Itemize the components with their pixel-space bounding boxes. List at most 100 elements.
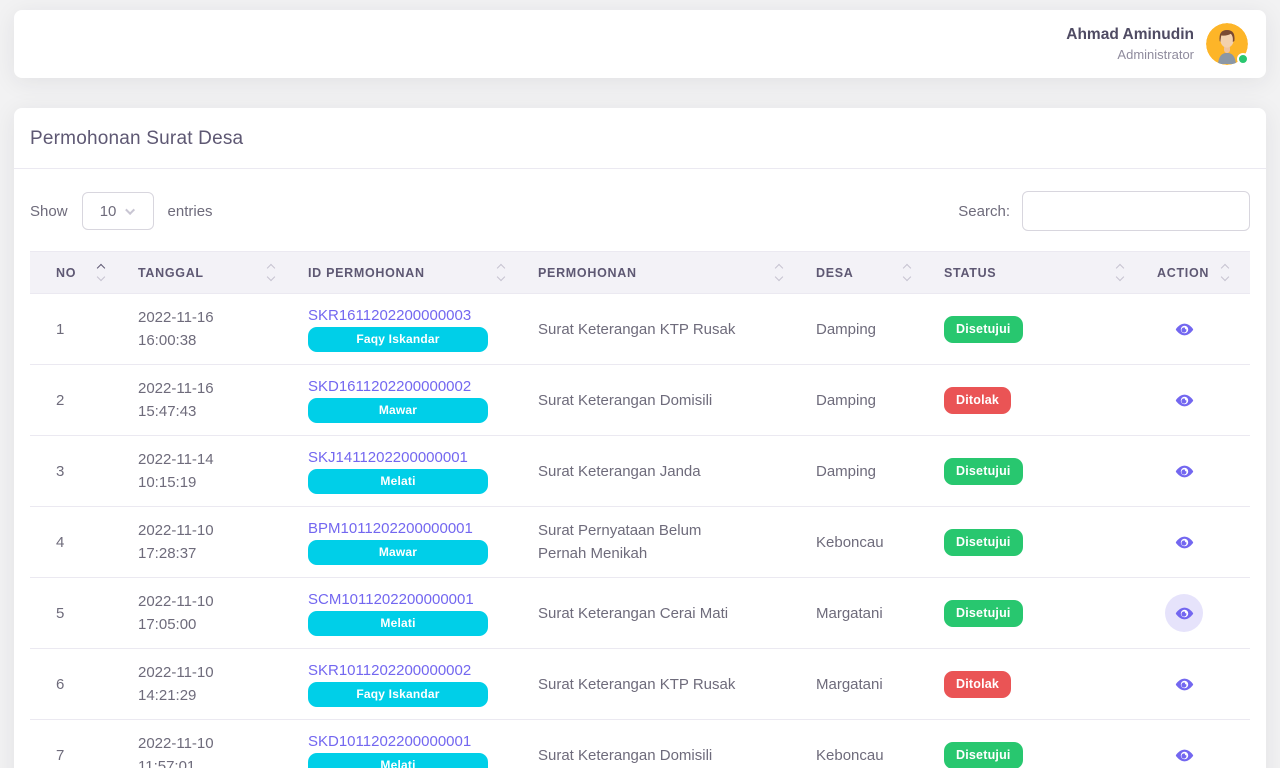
permohonan-id-link[interactable]: SKD1011202200000001 [308,733,471,750]
sort-desc-icon [903,273,911,281]
applicant-badge: Mawar [308,540,488,565]
column-header-no[interactable]: NO [30,252,126,294]
permohonan-label: Surat Keterangan Domisili [538,389,712,412]
permohonan-id-link[interactable]: SKD1611202200000002 [308,378,471,395]
cell-no: 5 [30,578,126,649]
desa-label: Damping [816,392,876,409]
table-row: 7 2022-11-10 11:57:01 SKD101120220000000… [30,720,1250,768]
permohonan-label: Surat Keterangan KTP Rusak [538,318,735,341]
cell-id-permohonan: SKD1611202200000002 Mawar [296,365,526,436]
view-action-button[interactable] [1165,310,1203,348]
column-header-permohonan[interactable]: PERMOHONAN [526,252,804,294]
column-label: DESA [816,266,854,280]
applicant-badge: Mawar [308,398,488,423]
search-label: Search: [958,203,1010,220]
permohonan-id-link[interactable]: BPM1011202200000001 [308,520,473,537]
sort-desc-icon [1221,273,1229,281]
view-action-button[interactable] [1165,594,1203,632]
cell-status: Ditolak [932,365,1145,436]
applicant-badge: Melati [308,753,488,768]
sort-desc-icon [267,273,275,281]
row-number: 7 [56,747,64,764]
cell-tanggal: 2022-11-10 17:05:00 [126,578,296,649]
column-label: TANGGAL [138,266,204,280]
permohonan-card: Permohonan Surat Desa Show 10 entries Se… [14,108,1266,768]
view-action-button[interactable] [1165,452,1203,490]
permohonan-table: NO TANGGAL ID PERMOHONAN PERMOHONAN DESA STAT… [30,251,1250,768]
permohonan-id-link[interactable]: SCM1011202200000001 [308,591,474,608]
row-time: 14:21:29 [138,684,284,707]
view-action-button[interactable] [1165,665,1203,703]
entries-select[interactable]: 10 [82,192,154,230]
column-header-action[interactable]: ACTION [1145,252,1250,294]
cell-desa: Damping [804,365,932,436]
permohonan-label: Surat Keterangan KTP Rusak [538,673,735,696]
cell-desa: Damping [804,294,932,365]
column-header-tanggal[interactable]: TANGGAL [126,252,296,294]
cell-tanggal: 2022-11-10 14:21:29 [126,649,296,720]
cell-no: 3 [30,436,126,507]
permohonan-id-link[interactable]: SKJ1411202200000001 [308,449,468,466]
user-name: Ahmad Aminudin [1066,25,1194,46]
cell-tanggal: 2022-11-16 16:00:38 [126,294,296,365]
cell-action [1145,507,1250,578]
cell-tanggal: 2022-11-10 11:57:01 [126,720,296,768]
cell-id-permohonan: SCM1011202200000001 Melati [296,578,526,649]
column-label: ACTION [1157,266,1209,280]
sort-asc-icon [267,264,275,272]
row-date: 2022-11-10 [138,590,284,613]
search-input[interactable] [1022,191,1250,231]
table-row: 1 2022-11-16 16:00:38 SKR161120220000000… [30,294,1250,365]
column-label: PERMOHONAN [538,266,637,280]
column-header-desa[interactable]: DESA [804,252,932,294]
sort-desc-icon [97,273,105,281]
row-time: 17:28:37 [138,542,284,565]
entries-label: entries [168,203,213,220]
applicant-badge: Melati [308,469,488,494]
column-header-status[interactable]: STATUS [932,252,1145,294]
desa-label: Margatani [816,605,883,622]
cell-no: 7 [30,720,126,768]
eye-icon [1175,320,1194,339]
row-number: 3 [56,463,64,480]
permohonan-id-link[interactable]: SKR1011202200000002 [308,662,471,679]
page-title: Permohonan Surat Desa [30,128,1250,150]
row-time: 17:05:00 [138,613,284,636]
user-info: Ahmad Aminudin Administrator [1066,25,1194,63]
row-date: 2022-11-10 [138,732,284,755]
eye-icon [1175,604,1194,623]
eye-icon [1175,533,1194,552]
sort-desc-icon [775,273,783,281]
sort-desc-icon [1116,273,1124,281]
cell-permohonan: Surat Keterangan Domisili [526,365,804,436]
table-row: 6 2022-11-10 14:21:29 SKR101120220000000… [30,649,1250,720]
sort-icons [1222,265,1228,280]
applicant-badge: Faqy Iskandar [308,682,488,707]
row-number: 2 [56,392,64,409]
column-header-id-permohonan[interactable]: ID PERMOHONAN [296,252,526,294]
status-badge: Disetujui [944,600,1023,627]
sort-asc-icon [1221,264,1229,272]
cell-no: 6 [30,649,126,720]
view-action-button[interactable] [1165,523,1203,561]
view-action-button[interactable] [1165,381,1203,419]
row-time: 10:15:19 [138,471,284,494]
cell-id-permohonan: BPM1011202200000001 Mawar [296,507,526,578]
eye-icon [1175,391,1194,410]
cell-desa: Margatani [804,578,932,649]
desa-label: Margatani [816,676,883,693]
column-label: ID PERMOHONAN [308,266,425,280]
cell-status: Disetujui [932,294,1145,365]
status-badge: Disetujui [944,529,1023,556]
row-number: 4 [56,534,64,551]
cell-action [1145,294,1250,365]
status-badge: Disetujui [944,316,1023,343]
page: Ahmad Aminudin Administrator Permohonan … [0,0,1280,768]
cell-tanggal: 2022-11-10 17:28:37 [126,507,296,578]
permohonan-id-link[interactable]: SKR1611202200000003 [308,307,471,324]
desa-label: Damping [816,463,876,480]
desa-label: Damping [816,321,876,338]
avatar[interactable] [1206,23,1248,65]
cell-permohonan: Surat Keterangan Domisili [526,720,804,768]
view-action-button[interactable] [1165,736,1203,768]
